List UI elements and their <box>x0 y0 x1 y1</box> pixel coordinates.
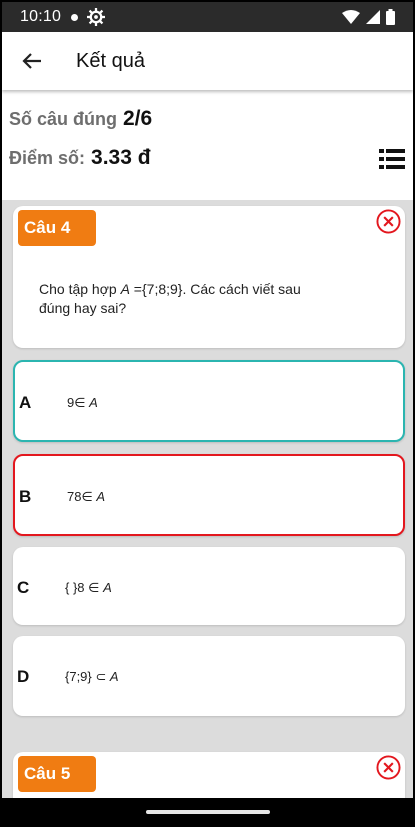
set-variable: A <box>120 281 130 297</box>
question-number-badge: Câu 4 <box>18 210 96 246</box>
home-indicator[interactable] <box>145 809 270 814</box>
signal-icon <box>366 10 380 24</box>
answer-letter: A <box>19 393 32 412</box>
system-navigation-bar <box>2 798 413 825</box>
question-card: Câu 4 Cho tập hợp A ={7;8;9}. Các cách v… <box>13 206 405 348</box>
score-value: 3.33 đ <box>91 146 151 169</box>
question-text-part: Cho tập hợp <box>39 281 121 297</box>
answer-letter: D <box>17 667 30 686</box>
answer-letter: C <box>17 578 30 597</box>
answer-expression: { }8 ∈ <box>65 580 104 595</box>
score-row: Điểm số: 3.33 đ <box>9 146 151 170</box>
page-title: Kết quả <box>76 49 145 72</box>
back-arrow-icon <box>22 53 41 69</box>
answer-option-a[interactable]: A 9∈ A <box>13 360 405 442</box>
wifi-icon <box>342 10 360 24</box>
correct-count-value: 2/6 <box>123 107 153 130</box>
close-circle-icon <box>376 755 401 780</box>
answer-expression: 78∈ <box>67 489 97 504</box>
gear-icon <box>87 8 106 26</box>
answer-option-b[interactable]: B 78∈ A <box>13 454 405 536</box>
battery-icon <box>386 9 395 25</box>
notification-dot-icon <box>71 13 79 21</box>
score-label: Điểm số: <box>9 148 86 168</box>
app-bar: Kết quả <box>2 32 413 90</box>
answer-text: {7;9} ⊂ A <box>65 669 119 685</box>
close-circle-icon <box>376 209 401 234</box>
question-text: Cho tập hợp A ={7;8;9}. Các cách viết sa… <box>39 280 329 318</box>
answer-expression: 9∈ <box>67 395 90 410</box>
correct-count-label: Số câu đúng <box>9 109 117 129</box>
answer-text: 9∈ A <box>67 395 98 411</box>
set-variable: A <box>103 580 112 595</box>
status-time: 10:10 <box>20 8 62 25</box>
status-icons <box>342 9 395 25</box>
answer-option-d[interactable]: D {7;9} ⊂ A <box>13 636 405 716</box>
back-button[interactable] <box>4 32 60 90</box>
correct-count-row: Số câu đúng 2/6 <box>9 107 152 131</box>
set-variable: A <box>89 395 98 410</box>
answer-option-c[interactable]: C { }8 ∈ A <box>13 547 405 625</box>
phone-screen: 10:10 Kết quả Số câu đúng 2/6 Điểm số: 3… <box>0 0 415 827</box>
answer-text: 78∈ A <box>67 489 105 505</box>
set-variable: A <box>109 669 119 684</box>
set-variable: A <box>96 489 106 504</box>
result-summary: Số câu đúng 2/6 Điểm số: 3.33 đ <box>2 90 413 200</box>
status-bar: 10:10 <box>2 2 413 32</box>
answer-letter: B <box>19 487 32 506</box>
list-icon[interactable] <box>379 148 405 170</box>
answer-text: { }8 ∈ A <box>65 580 112 596</box>
answer-expression: {7;9} ⊂ <box>65 669 110 684</box>
question-number-badge: Câu 5 <box>18 756 96 792</box>
